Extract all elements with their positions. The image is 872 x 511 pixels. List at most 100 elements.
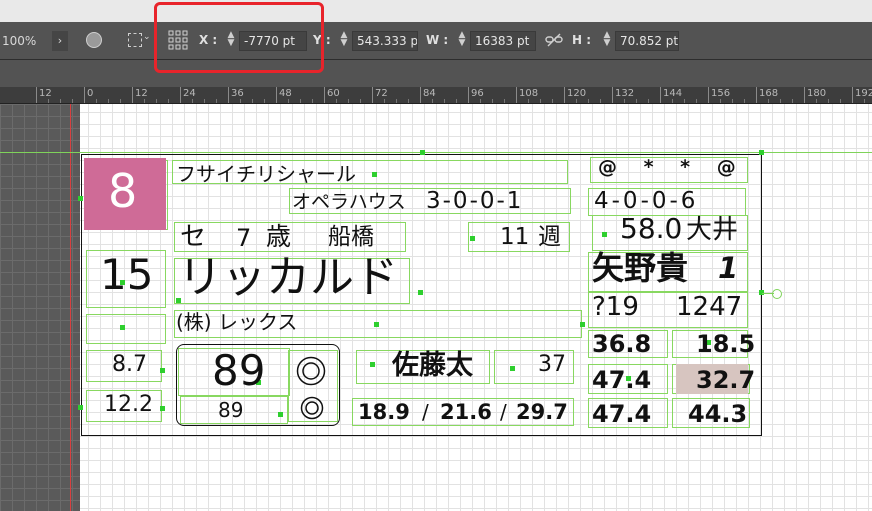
weeks: 11 [500, 224, 530, 250]
app-top-bar [0, 0, 872, 22]
highlight-annotation [154, 2, 324, 73]
chevron-down-icon[interactable]: ⌄ [143, 32, 151, 42]
ruler-minor-tick [552, 99, 553, 103]
ruler-minor-tick [444, 99, 445, 103]
horizontal-guide [0, 152, 872, 153]
ruler-minor-tick [48, 99, 49, 103]
ruler-minor-tick [144, 99, 145, 103]
zoom-menu-button[interactable]: › [52, 31, 68, 51]
split-1: 18.9 [358, 400, 410, 424]
ruler-label: 132 [615, 88, 635, 99]
ruler-minor-tick [792, 99, 793, 103]
ruler-label: 36 [231, 88, 244, 99]
ruler-minor-tick [192, 99, 193, 103]
w-field[interactable]: 16383 pt [470, 31, 536, 51]
ruler-tick [84, 87, 85, 103]
ruler-minor-tick [648, 99, 649, 103]
split-3: 29.7 [516, 400, 568, 424]
stable: 船橋 [328, 224, 374, 250]
ruler-tick [516, 87, 517, 103]
panel-gap [0, 60, 872, 87]
ruler-tick [804, 87, 805, 103]
ruler-tick [36, 87, 37, 103]
ruler-minor-tick [120, 99, 121, 103]
stat-6: 44.3 [688, 400, 748, 428]
horse-number: 15 [100, 250, 154, 299]
ruler-minor-tick [780, 99, 781, 103]
ruler-minor-tick [108, 99, 109, 103]
link-proportions-icon[interactable] [545, 32, 563, 48]
ruler-label: 108 [519, 88, 539, 99]
ruler-minor-tick [720, 99, 721, 103]
h-stepper[interactable]: ▲ ▼ [600, 31, 614, 51]
ruler-label: 12 [135, 88, 148, 99]
ruler-label: 60 [327, 88, 340, 99]
prediction-marks: @ * * @ [598, 156, 746, 178]
reference-point-icon[interactable] [86, 32, 102, 48]
ruler-tick [372, 87, 373, 103]
h-label: H : [572, 33, 592, 47]
ruler-tick [276, 87, 277, 103]
ruler-minor-tick [840, 99, 841, 103]
ruler-minor-tick [624, 99, 625, 103]
stat-5: 47.4 [592, 400, 652, 428]
slash-1: / [422, 400, 429, 424]
ruler-tick [324, 87, 325, 103]
ruler-minor-tick [540, 99, 541, 103]
ruler-minor-tick [204, 99, 205, 103]
double-circle-small-icon [300, 396, 324, 420]
ruler-label: 84 [423, 88, 436, 99]
split-2: 21.6 [440, 400, 492, 424]
trainer-number: 37 [538, 352, 566, 377]
ruler-minor-tick [636, 99, 637, 103]
ruler-minor-tick [312, 99, 313, 103]
age-unit: 歳 [266, 222, 292, 251]
ruler-minor-tick [672, 99, 673, 103]
slash-2: / [500, 400, 507, 424]
ruler-minor-tick [768, 99, 769, 103]
h-field[interactable]: 70.852 pt [615, 31, 679, 51]
weight: 58.0 [620, 212, 683, 245]
ruler-label: 156 [711, 88, 731, 99]
ruler-minor-tick [816, 99, 817, 103]
ruler-minor-tick [156, 99, 157, 103]
ruler-tick [852, 87, 853, 103]
w-stepper[interactable]: ▲ ▼ [455, 31, 469, 51]
ruler-label: 72 [375, 88, 388, 99]
horizontal-ruler[interactable]: 12 0 12 24 36 48 60 72 84 96 108 120 132 144 156 168 180… [0, 87, 872, 104]
track: 大井 [686, 215, 739, 245]
ruler-minor-tick [456, 99, 457, 103]
ruler-minor-tick [396, 99, 397, 103]
ruler-minor-tick [732, 99, 733, 103]
odds-1: 8.7 [112, 352, 147, 377]
ruler-tick [228, 87, 229, 103]
ruler-minor-tick [480, 99, 481, 103]
options-bar: 100% › ⌄ X : ▲ ▼ -7770 pt Y : ▲ ▼ 543.333 … [0, 22, 872, 60]
w-label: W : [426, 33, 449, 47]
ruler-label: 24 [183, 88, 196, 99]
sex: セ [180, 222, 207, 252]
y-stepper[interactable]: ▲ ▼ [337, 31, 351, 51]
ruler-label: 168 [759, 88, 779, 99]
value-219: ?19 [592, 292, 639, 322]
ruler-minor-tick [588, 99, 589, 103]
zoom-value[interactable]: 100% [2, 34, 36, 48]
ruler-minor-tick [684, 99, 685, 103]
ruler-tick [468, 87, 469, 103]
trainer-name: 佐藤太 [392, 350, 473, 381]
ruler-minor-tick [216, 99, 217, 103]
age: 7 [236, 224, 252, 252]
ruler-label: 48 [279, 88, 292, 99]
record-left: 3-0-0-1 [426, 188, 524, 214]
ruler-tick [132, 87, 133, 103]
transform-box-icon[interactable] [128, 33, 142, 47]
rating-small: 89 [218, 398, 244, 422]
ruler-label: 192 [855, 88, 872, 99]
ruler-minor-tick [168, 99, 169, 103]
ruler-minor-tick [504, 99, 505, 103]
y-field[interactable]: 543.333 pt [352, 31, 418, 51]
ruler-label: 0 [87, 88, 94, 99]
ruler-minor-tick [96, 99, 97, 103]
owner: (株) レックス [176, 310, 298, 334]
ruler-minor-tick [828, 99, 829, 103]
